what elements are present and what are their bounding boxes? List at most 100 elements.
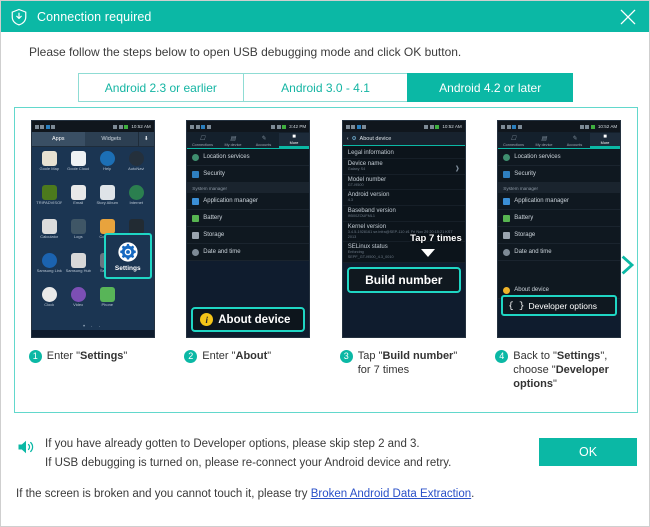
android-version-tabs: Android 2.3 or earlier Android 3.0 - 4.1… [78, 73, 574, 102]
step-1: 10:52 AM Apps Widgets ⬇ Goole Map Goole … [15, 120, 171, 412]
gear-icon: ⚙ [351, 135, 357, 142]
broken-screen-note: If the screen is broken and you cannot t… [16, 488, 474, 500]
page-indicator-dots: • · · [31, 323, 154, 330]
highlight-about-device-label: About device [218, 313, 291, 326]
status-time: 10:52 AM [442, 124, 462, 129]
app-icon: Clock [35, 287, 64, 321]
settings-row: Security [498, 166, 621, 183]
gear-icon [117, 241, 139, 263]
app-icon: TRIPADVISOR [35, 185, 64, 219]
app-icon: Phone [93, 287, 122, 321]
highlight-about-device: i About device [191, 307, 306, 332]
settings-tabs: ☐ Connections ▤ My device ✎ Accounts ■ More [498, 132, 621, 149]
settings-row: Location services [498, 149, 621, 166]
status-left-icons [34, 124, 56, 129]
highlight-build-number: Build number [346, 267, 461, 293]
about-row: Model number GT-I9500 [342, 175, 465, 191]
back-chevron-icon: ‹ [346, 135, 349, 142]
settings-row: Storage [498, 227, 621, 244]
connection-required-dialog: Connection required Please follow the st… [0, 0, 650, 527]
about-row: Android version 4.3 [342, 190, 465, 207]
broken-screen-prefix: If the screen is broken and you cannot t… [16, 488, 311, 500]
app-icon: AutoNavi [122, 151, 151, 185]
step-caption-text: Enter "About" [202, 350, 272, 362]
phone-screenshot-apps-drawer: 10:52 AM Apps Widgets ⬇ Goole Map Goole … [30, 120, 155, 338]
apps-widgets-tabs: Apps Widgets ⬇ [31, 132, 154, 147]
app-icon: Samsung Hub [64, 253, 93, 287]
step-4: 10:52 AM ☐ Connections ▤ My device ✎ Accoun… [482, 120, 638, 412]
step-caption-text: Back to "Settings", choose "Developer op… [513, 350, 609, 391]
phone-screenshot-settings-list: 3:42 PM ☐ Connections ▤ My device ✎ Account… [186, 120, 311, 338]
status-bar: 10:52 AM [342, 121, 465, 132]
about-device-rows: Legal information Device name Galaxy S4 ❱ … [342, 146, 465, 263]
tab-accounts: ✎ Accounts [255, 136, 272, 147]
settings-rows: Location services Security System manage… [187, 149, 310, 261]
tab-android-4-2-or-later[interactable]: Android 4.2 or later [407, 73, 574, 102]
settings-tabs: ☐ Connections ▤ My device ✎ Accounts ■ More [187, 132, 310, 149]
settings-row: Application manager [498, 193, 621, 210]
next-arrow-button[interactable] [616, 252, 638, 278]
note-line-1: If you have already gotten to Developer … [45, 438, 420, 450]
instruction-text: Please follow the steps below to open US… [29, 45, 462, 59]
window-title: Connection required [37, 9, 152, 24]
status-left-icons [190, 124, 211, 129]
about-device-title: About device [359, 135, 392, 142]
about-row: Baseband version I9500ZOUFML1 [342, 206, 465, 222]
tab-connections: ☐ Connections [502, 136, 525, 147]
settings-row: Battery [498, 210, 621, 227]
settings-section-header: System manager [498, 183, 621, 193]
highlight-developer-options: { } Developer options [501, 295, 618, 316]
ok-button[interactable]: OK [539, 438, 637, 466]
close-icon[interactable] [617, 6, 639, 28]
app-icon: Internet [122, 185, 151, 219]
tab-android-2-3-or-earlier[interactable]: Android 2.3 or earlier [78, 73, 243, 102]
app-icon: Email [64, 185, 93, 219]
app-icon: Samsung Link [35, 253, 64, 287]
step-1-caption: 1 Enter "Settings" [28, 349, 157, 363]
tab-more: ■ More [589, 133, 621, 148]
title-bar: Connection required [1, 1, 649, 32]
steps-row: 10:52 AM Apps Widgets ⬇ Goole Map Goole … [15, 108, 637, 412]
app-icon: Story Album [93, 185, 122, 219]
app-icon: Goole Map [35, 151, 64, 185]
app-icon: Goole Cloud [64, 151, 93, 185]
status-left-icons [501, 124, 522, 129]
tab-more: ■ More [278, 133, 310, 148]
callout-arrow-icon [420, 249, 435, 257]
app-icon: Logs [64, 219, 93, 253]
tab-accounts: ✎ Accounts [566, 136, 583, 147]
tap-7-times-callout: Tap 7 times [410, 233, 462, 244]
tab-my-device: ▤ My device [535, 136, 553, 147]
highlight-developer-options-label: Developer options [528, 300, 597, 311]
settings-row: Location services [187, 149, 310, 166]
note-lines: If you have already gotten to Developer … [45, 435, 451, 472]
settings-row: Date and time [187, 244, 310, 261]
tab-connections: ☐ Connections [191, 136, 214, 147]
settings-row: Date and time [498, 244, 621, 261]
broken-android-data-extraction-link[interactable]: Broken Android Data Extraction [311, 488, 471, 500]
phone-screenshot-about-device: 10:52 AM ‹ ⚙ About device Legal informat… [341, 120, 466, 338]
highlight-settings-label: Settings [114, 264, 141, 272]
status-bar: 10:52 AM [31, 121, 154, 132]
settings-row: Security [187, 166, 310, 183]
status-right-icons: 10:52 AM [113, 124, 151, 129]
step-3-caption: 3 Tap "Build number" for 7 times [339, 349, 468, 377]
step-caption-text: Enter "Settings" [46, 350, 128, 362]
download-icon: ⬇ [137, 132, 154, 146]
step-number-badge: 3 [339, 350, 353, 363]
step-caption-text: Tap "Build number" for 7 times [357, 350, 458, 377]
about-row: Legal information [342, 148, 465, 159]
status-right-icons: 10:52 AM [579, 124, 617, 129]
settings-row: Battery [187, 210, 310, 227]
status-time: 3:42 PM [289, 124, 307, 129]
status-time: 10:52 AM [131, 124, 151, 129]
app-icon [122, 287, 151, 321]
tab-android-3-0-4-1[interactable]: Android 3.0 - 4.1 [242, 73, 408, 102]
status-left-icons [345, 124, 367, 129]
status-right-icons: 3:42 PM [271, 124, 306, 129]
tab-my-device: ▤ My device [224, 136, 242, 147]
speaker-icon [15, 437, 37, 457]
settings-row: Storage [187, 227, 310, 244]
status-bar: 10:52 AM [498, 121, 621, 132]
tab-apps: Apps [31, 132, 85, 146]
